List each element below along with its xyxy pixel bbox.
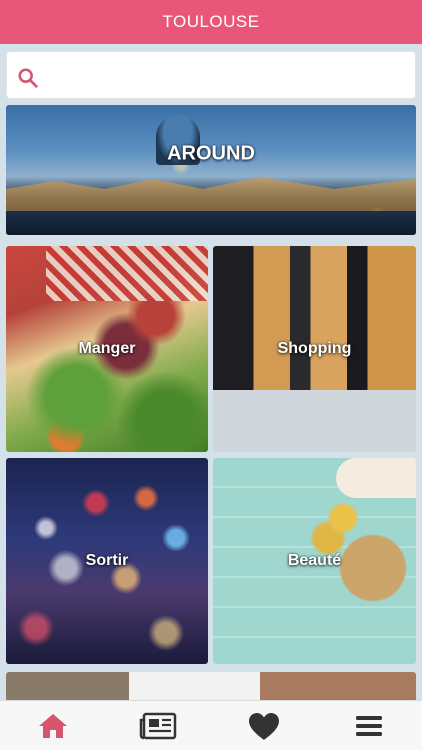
towel-image xyxy=(336,458,416,498)
menu-icon xyxy=(355,716,382,736)
tile-label: AROUND xyxy=(167,142,255,165)
tile-label: Shopping xyxy=(277,340,352,357)
tile-label: Sortir xyxy=(85,552,129,569)
category-tile-beaute[interactable]: Beauté xyxy=(213,458,416,664)
category-tile-manger[interactable]: Manger xyxy=(6,246,208,452)
tile-label: Beauté xyxy=(287,552,342,569)
app-header: TOULOUSE xyxy=(0,0,422,44)
page-title: TOULOUSE xyxy=(162,12,260,31)
search-input[interactable] xyxy=(47,60,407,92)
river-image xyxy=(6,211,416,235)
nav-menu[interactable] xyxy=(316,701,421,750)
heart-icon xyxy=(248,713,279,740)
search-icon xyxy=(18,68,38,88)
tablecloth-image xyxy=(46,246,208,301)
bottom-nav xyxy=(0,700,422,750)
newspaper-icon xyxy=(139,712,176,740)
search-bar[interactable] xyxy=(6,51,416,99)
tile-label: Manger xyxy=(78,340,136,357)
nav-news[interactable] xyxy=(105,701,210,750)
nav-favorites[interactable] xyxy=(211,701,316,750)
category-tile-shopping[interactable]: Shopping xyxy=(213,246,416,452)
category-tile-partial[interactable] xyxy=(6,672,416,702)
nav-home[interactable] xyxy=(0,701,105,750)
home-icon xyxy=(38,714,67,738)
bridge-image xyxy=(6,177,416,213)
category-tile-sortir[interactable]: Sortir xyxy=(6,458,208,664)
category-tile-around[interactable]: AROUND xyxy=(6,105,416,235)
